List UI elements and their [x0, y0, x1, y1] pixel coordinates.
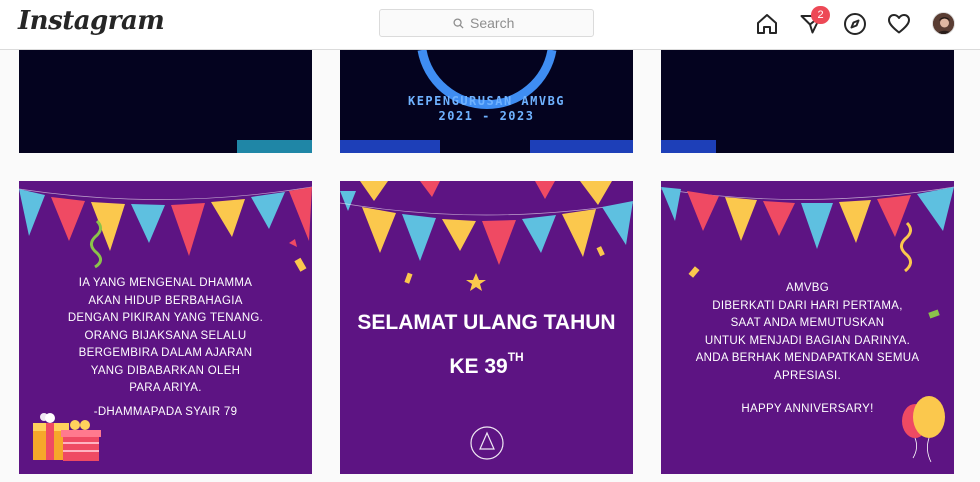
avatar-image	[933, 13, 954, 34]
caption-line: Ia yang mengenal Dhamma	[78, 277, 253, 289]
profile-avatar[interactable]	[932, 12, 955, 35]
anniversary-number: ke 39	[449, 355, 508, 378]
birthday-greeting: Selamat Ulang Tahun ke 39TH	[340, 306, 633, 384]
notification-badge: 2	[811, 6, 830, 24]
anniversary-suffix: TH	[507, 350, 524, 364]
search-icon	[453, 18, 464, 29]
caption-line: Orang bijaksana selalu	[84, 329, 247, 342]
caption-line: diberkati dari hari pertama,	[712, 299, 903, 312]
caption-line: dengan pikiran yang tenang.	[67, 312, 264, 324]
caption-line: AMVBG	[785, 282, 830, 294]
caption-line: saat Anda memutuskan	[730, 317, 885, 329]
caption-line: untuk menjadi bagian darinya.	[704, 334, 911, 347]
post-caption: Ia yang mengenal Dhamma akan hidup berba…	[19, 275, 312, 421]
caption-line: bergembira dalam ajaran	[78, 347, 253, 359]
post-tile[interactable]: KEPENGURUSAN AMVBG 2021 - 2023	[340, 50, 633, 153]
greeting-anniversary: ke 39TH	[340, 340, 633, 384]
post-image	[661, 140, 716, 153]
caption-closing: Happy anniversary!	[741, 403, 874, 415]
post-title: KEPENGURUSAN AMVBG	[407, 94, 566, 108]
post-caption: AMVBG diberkati dari hari pertama, saat …	[661, 280, 954, 419]
post-overlay-text: KEPENGURUSAN AMVBG 2021 - 2023	[340, 94, 633, 124]
activity-heart-icon[interactable]	[887, 12, 911, 36]
home-icon[interactable]	[755, 12, 779, 36]
post-years: 2021 - 2023	[438, 109, 535, 123]
post-tile[interactable]: Selamat Ulang Tahun ke 39TH	[340, 181, 633, 474]
caption-line: apresiasi.	[774, 369, 841, 382]
post-image	[237, 140, 312, 153]
post-tile[interactable]	[19, 50, 312, 153]
caption-line: yang dibabarkan oleh	[90, 364, 241, 377]
top-navigation-bar: Instagram 2	[0, 0, 980, 50]
post-tile[interactable]	[661, 50, 954, 153]
caption-line: akan hidup berbahagia	[88, 294, 243, 307]
search-input[interactable]	[470, 15, 580, 31]
search-box[interactable]	[379, 9, 594, 37]
caption-line: Anda berhak mendapatkan semua	[695, 352, 920, 364]
instagram-logo[interactable]: Instagram	[18, 6, 165, 36]
caption-attribution: -Dhammapada syair 79	[93, 405, 238, 418]
post-tile[interactable]: AMVBG diberkati dari hari pertama, saat …	[661, 181, 954, 474]
post-tile[interactable]: Ia yang mengenal Dhamma akan hidup berba…	[19, 181, 312, 474]
greeting-line: Selamat Ulang Tahun	[357, 311, 616, 334]
explore-icon[interactable]	[843, 12, 867, 36]
caption-line: para Ariya.	[129, 382, 202, 394]
